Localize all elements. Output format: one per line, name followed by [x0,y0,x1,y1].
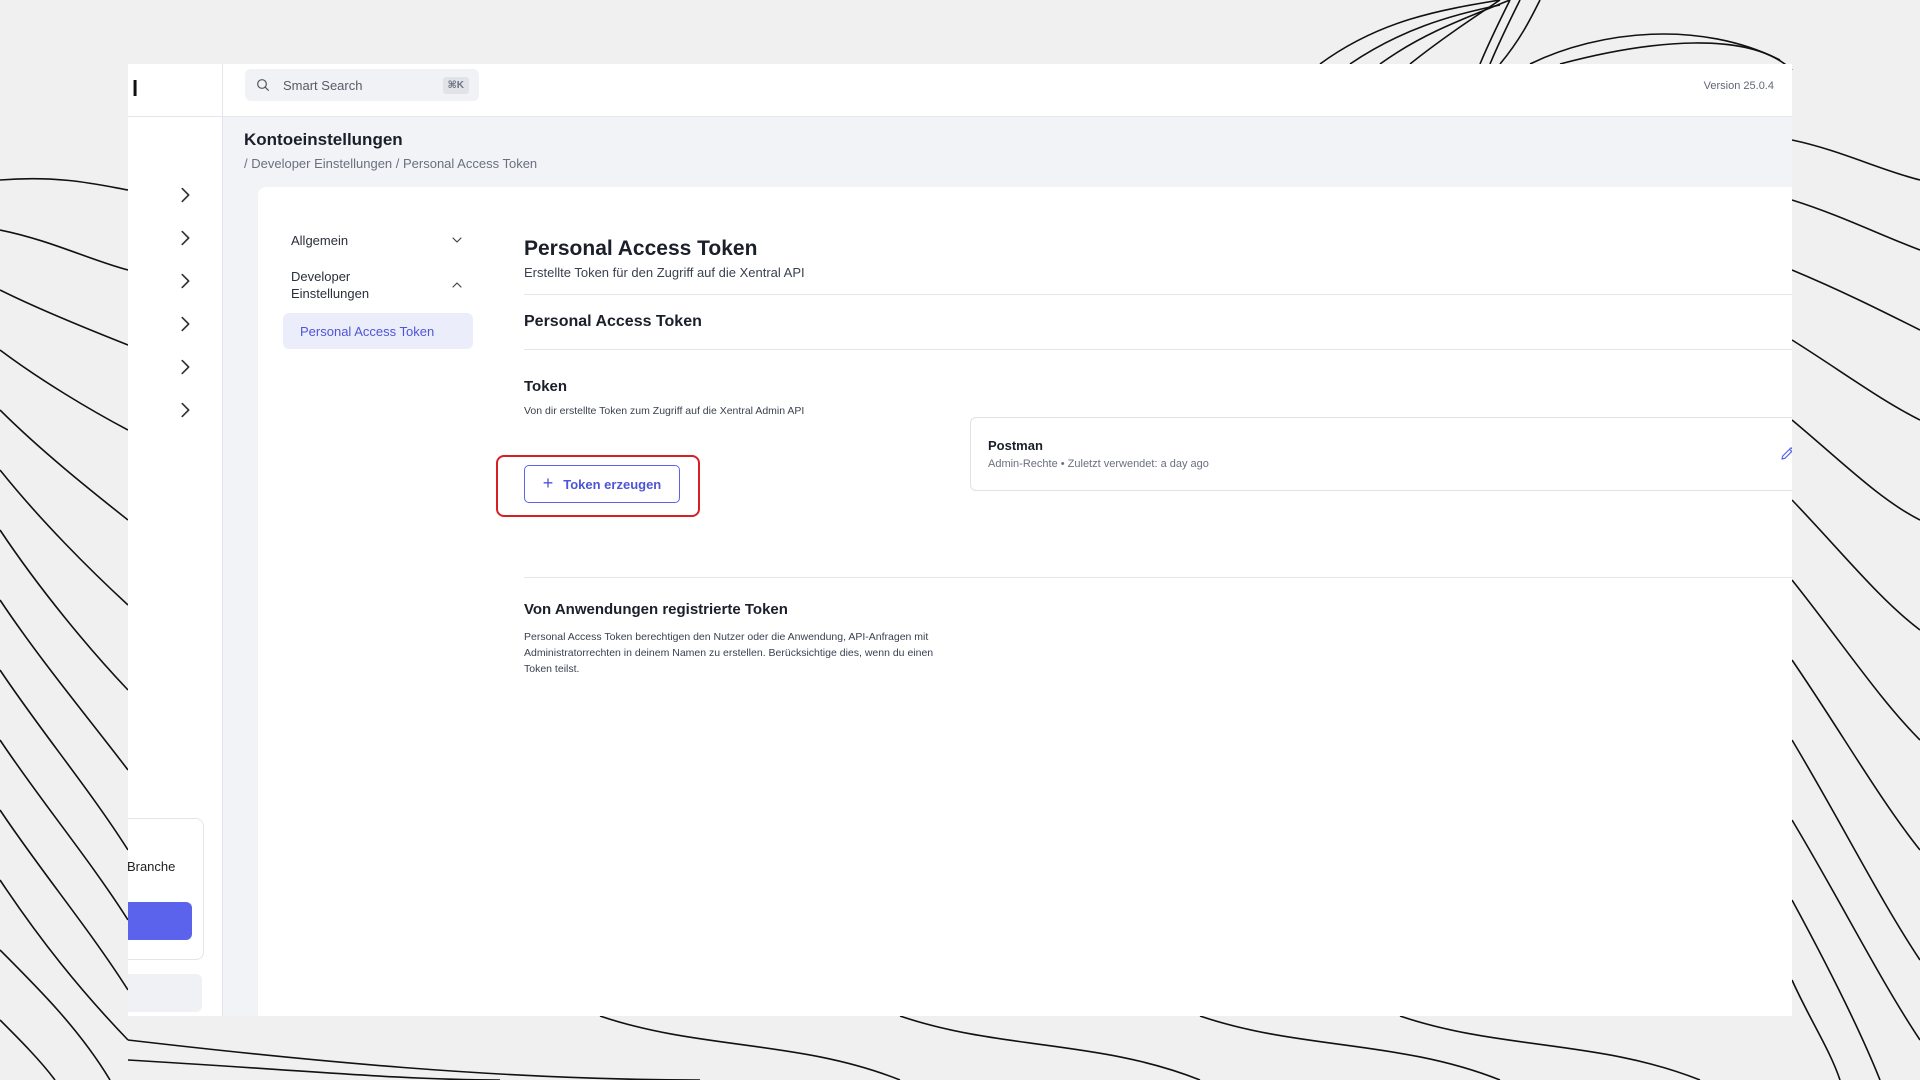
promo-button[interactable] [128,902,192,940]
sidebar-expand-chevron-icon[interactable] [174,270,196,292]
subnav-item-personal-access-token[interactable]: Personal Access Token [283,313,473,349]
token-card[interactable]: Postman Admin-Rechte • Zuletzt verwendet… [970,417,1792,491]
main-sidebar: l r Branche [128,64,223,1016]
plus-icon: + [542,472,554,493]
token-meta: Admin-Rechte • Zuletzt verwendet: a day … [988,458,1209,470]
section-heading: Personal Access Token [524,237,758,260]
divider [524,349,1792,350]
version-label: Version 25.0.4 [1703,80,1774,92]
subnav-item-developer-einstellungen[interactable]: Developer Einstellungen [283,265,473,305]
section-subheading: Erstellte Token für den Zugriff auf die … [524,265,805,280]
page-title: Kontoeinstellungen [244,130,403,149]
create-token-label: Token erzeugen [563,476,662,492]
apps-token-title: Von Anwendungen registrierte Token [524,601,788,618]
top-bar: Smart Search ⌘K Version 25.0.4 [223,64,1792,117]
sidebar-expand-chevron-icon[interactable] [174,227,196,249]
settings-content-card: Allgemein Developer Einstellungen Person… [258,187,1792,1016]
divider [524,294,1792,295]
divider [524,577,1792,578]
search-shortcut-badge: ⌘K [442,76,469,94]
settings-subnav: Allgemein Developer Einstellungen Person… [283,227,473,349]
sidebar-expand-chevron-icon[interactable] [174,356,196,378]
breadcrumb: / Developer Einstellungen / Personal Acc… [244,156,538,171]
smart-search-input[interactable]: Smart Search ⌘K [245,69,479,101]
sidebar-divider [128,116,222,117]
subnav-item-label: Allgemein [291,232,349,248]
token-name: Postman [988,438,1043,453]
edit-pencil-icon[interactable] [1779,444,1792,462]
subnav-item-label: Developer Einstellungen [291,269,370,301]
chevron-down-icon [452,237,462,243]
app-window: l r Branche Sma [128,64,1792,1016]
page-header: Kontoeinstellungen / Developer Einstellu… [244,130,537,171]
search-icon [257,79,269,91]
sidebar-expand-chevron-icon[interactable] [174,184,196,206]
app-logo[interactable]: l [132,76,138,102]
sidebar-expand-chevron-icon[interactable] [174,399,196,421]
apps-token-description: Personal Access Token berechtigen den Nu… [524,631,934,675]
sidebar-bottom-item[interactable] [128,974,202,1012]
subsection-title: Personal Access Token [524,313,702,330]
sidebar-expand-chevron-icon[interactable] [174,313,196,335]
subnav-item-label: Personal Access Token [300,323,435,339]
promo-text: r Branche [128,859,176,874]
chevron-up-icon [452,282,462,288]
main-panel: Personal Access Token Erstellte Token fü… [496,237,1792,675]
token-label: Token [524,378,568,395]
subnav-item-allgemein[interactable]: Allgemein [283,227,473,253]
search-placeholder: Smart Search [283,77,363,93]
create-token-button[interactable]: + Token erzeugen [524,465,680,503]
